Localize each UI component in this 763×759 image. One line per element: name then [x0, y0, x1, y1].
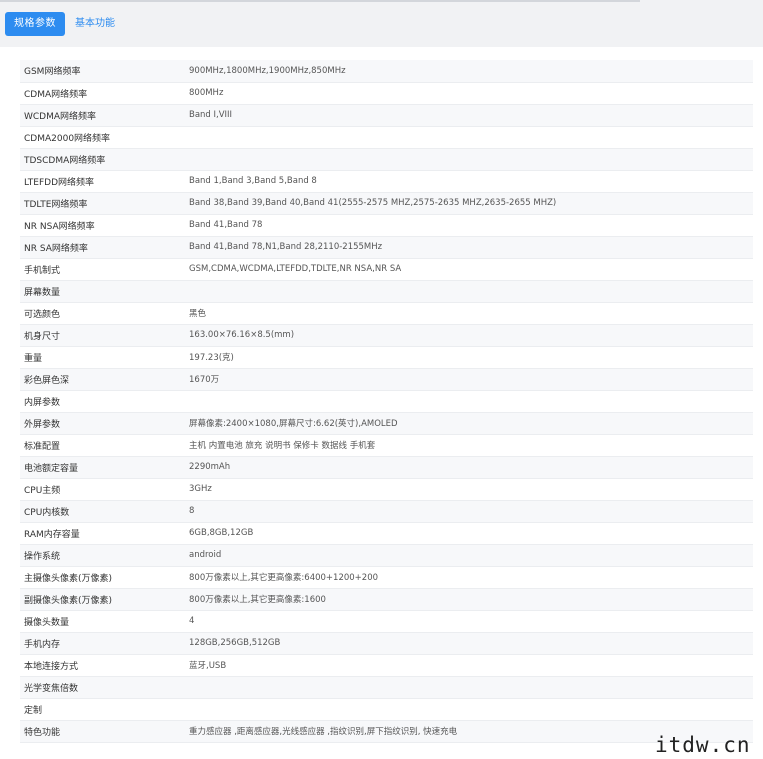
spec-label: 标准配置	[20, 434, 189, 457]
spec-label: NR NSA网络频率	[20, 214, 189, 237]
spec-row: 可选颜色 黑色	[20, 302, 753, 325]
spec-row: 屏幕数量	[20, 280, 753, 303]
spec-value: Band 38,Band 39,Band 40,Band 41(2555-257…	[189, 192, 753, 215]
spec-label: 摄像头数量	[20, 610, 189, 633]
spec-row: 光学变焦倍数	[20, 676, 753, 699]
spec-label: WCDMA网络频率	[20, 104, 189, 127]
spec-row: 手机内存 128GB,256GB,512GB	[20, 632, 753, 655]
spec-row: 电池额定容量 2290mAh	[20, 456, 753, 479]
spec-row: LTEFDD网络频率 Band 1,Band 3,Band 5,Band 8	[20, 170, 753, 193]
spec-row: 主摄像头像素(万像素) 800万像素以上,其它更高像素:6400+1200+200	[20, 566, 753, 589]
spec-row: TDSCDMA网络频率	[20, 148, 753, 171]
spec-value: 6GB,8GB,12GB	[189, 522, 753, 545]
spec-row: 彩色屏色深 1670万	[20, 368, 753, 391]
tab-basic-functions[interactable]: 基本功能	[75, 12, 115, 36]
spec-row: CPU主频 3GHz	[20, 478, 753, 501]
spec-label: 本地连接方式	[20, 654, 189, 677]
spec-value: Band 41,Band 78,N1,Band 28,2110-2155MHz	[189, 236, 753, 259]
spec-row: 操作系统 android	[20, 544, 753, 567]
spec-value: 900MHz,1800MHz,1900MHz,850MHz	[189, 60, 753, 83]
watermark: itdw.cn	[655, 733, 751, 757]
spec-label: GSM网络频率	[20, 60, 189, 83]
spec-label: 内屏参数	[20, 390, 189, 413]
spec-label: CDMA2000网络频率	[20, 126, 189, 149]
spec-value: GSM,CDMA,WCDMA,LTEFDD,TDLTE,NR NSA,NR SA	[189, 258, 753, 281]
spec-label: 光学变焦倍数	[20, 676, 189, 699]
spec-value: 4	[189, 610, 753, 633]
spec-label: TDSCDMA网络频率	[20, 148, 189, 171]
spec-label: 特色功能	[20, 720, 189, 743]
spec-value	[189, 148, 753, 171]
spec-value: 8	[189, 500, 753, 523]
spec-row: NR NSA网络频率 Band 41,Band 78	[20, 214, 753, 237]
spec-label: 操作系统	[20, 544, 189, 567]
top-divider	[0, 0, 640, 2]
spec-value: 800万像素以上,其它更高像素:6400+1200+200	[189, 566, 753, 589]
spec-label: 手机内存	[20, 632, 189, 655]
spec-value: 蓝牙,USB	[189, 654, 753, 677]
spec-label: CPU主频	[20, 478, 189, 501]
spec-label: 重量	[20, 346, 189, 369]
spec-value	[189, 698, 753, 721]
spec-row: 重量 197.23(克)	[20, 346, 753, 369]
spec-value: 主机 内置电池 旅充 说明书 保修卡 数据线 手机套	[189, 434, 753, 457]
spec-row: NR SA网络频率 Band 41,Band 78,N1,Band 28,2110…	[20, 236, 753, 259]
spec-value	[189, 676, 753, 699]
spec-row: 机身尺寸 163.00×76.16×8.5(mm)	[20, 324, 753, 347]
spec-label: 彩色屏色深	[20, 368, 189, 391]
spec-value: 屏幕像素:2400×1080,屏幕尺寸:6.62(英寸),AMOLED	[189, 412, 753, 435]
tab-bar: 规格参数 基本功能	[0, 0, 763, 47]
spec-row: 定制	[20, 698, 753, 721]
spec-table: GSM网络频率 900MHz,1800MHz,1900MHz,850MHz CDMA…	[20, 60, 753, 743]
spec-row: CDMA2000网络频率	[20, 126, 753, 149]
spec-value	[189, 280, 753, 303]
spec-value: 1670万	[189, 368, 753, 391]
spec-value: Band 41,Band 78	[189, 214, 753, 237]
spec-label: 定制	[20, 698, 189, 721]
spec-value: Band Ⅰ,VIII	[189, 104, 753, 127]
spec-value: 3GHz	[189, 478, 753, 501]
spec-row: 特色功能 重力感应器 ,距离感应器,光线感应器 ,指纹识别,屏下指纹识别, 快速充…	[20, 720, 753, 743]
spec-value: 2290mAh	[189, 456, 753, 479]
spec-label: 副摄像头像素(万像素)	[20, 588, 189, 611]
spec-row: GSM网络频率 900MHz,1800MHz,1900MHz,850MHz	[20, 60, 753, 83]
spec-row: CDMA网络频率 800MHz	[20, 82, 753, 105]
spec-row: TDLTE网络频率 Band 38,Band 39,Band 40,Band 41…	[20, 192, 753, 215]
spec-value: 黑色	[189, 302, 753, 325]
spec-label: CDMA网络频率	[20, 82, 189, 105]
spec-label: 外屏参数	[20, 412, 189, 435]
spec-label: 机身尺寸	[20, 324, 189, 347]
spec-value: 800万像素以上,其它更高像素:1600	[189, 588, 753, 611]
spec-row: 手机制式 GSM,CDMA,WCDMA,LTEFDD,TDLTE,NR NSA,N…	[20, 258, 753, 281]
spec-value: 163.00×76.16×8.5(mm)	[189, 324, 753, 347]
tab-spec-params[interactable]: 规格参数	[5, 12, 65, 36]
spec-label: 手机制式	[20, 258, 189, 281]
spec-row: 外屏参数 屏幕像素:2400×1080,屏幕尺寸:6.62(英寸),AMOLED	[20, 412, 753, 435]
spec-label: TDLTE网络频率	[20, 192, 189, 215]
spec-label: 电池额定容量	[20, 456, 189, 479]
spec-value	[189, 126, 753, 149]
spec-row: 本地连接方式 蓝牙,USB	[20, 654, 753, 677]
spec-label: RAM内存容量	[20, 522, 189, 545]
spec-value: 128GB,256GB,512GB	[189, 632, 753, 655]
spec-row: 内屏参数	[20, 390, 753, 413]
spec-label: 主摄像头像素(万像素)	[20, 566, 189, 589]
spec-value: Band 1,Band 3,Band 5,Band 8	[189, 170, 753, 193]
spec-value: android	[189, 544, 753, 567]
spec-row: CPU内核数 8	[20, 500, 753, 523]
spec-value: 197.23(克)	[189, 346, 753, 369]
spec-row: 副摄像头像素(万像素) 800万像素以上,其它更高像素:1600	[20, 588, 753, 611]
spec-label: CPU内核数	[20, 500, 189, 523]
spec-label: LTEFDD网络频率	[20, 170, 189, 193]
spec-row: 摄像头数量 4	[20, 610, 753, 633]
spec-label: 可选颜色	[20, 302, 189, 325]
spec-value: 800MHz	[189, 82, 753, 105]
spec-row: WCDMA网络频率 Band Ⅰ,VIII	[20, 104, 753, 127]
spec-label: NR SA网络频率	[20, 236, 189, 259]
spec-row: 标准配置 主机 内置电池 旅充 说明书 保修卡 数据线 手机套	[20, 434, 753, 457]
spec-table-body: GSM网络频率 900MHz,1800MHz,1900MHz,850MHz CDMA…	[20, 60, 753, 743]
spec-row: RAM内存容量 6GB,8GB,12GB	[20, 522, 753, 545]
spec-value	[189, 390, 753, 413]
spec-label: 屏幕数量	[20, 280, 189, 303]
